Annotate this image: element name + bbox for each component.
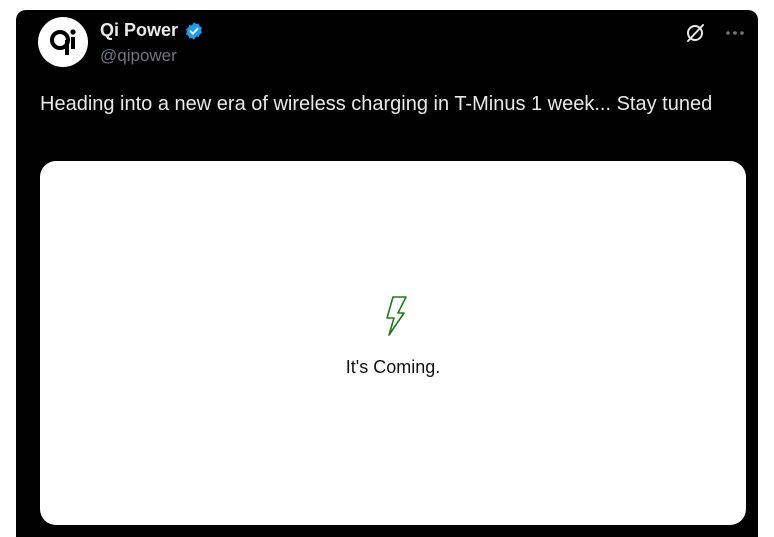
author-name-row[interactable]: Qi Power [100, 20, 204, 41]
verified-badge-icon [186, 21, 202, 40]
tweet-card[interactable]: Qi Power @qipower Heading into a new era… [16, 10, 758, 537]
tweet-header-actions [684, 22, 746, 44]
tweet-media[interactable]: It's Coming. [40, 161, 746, 525]
author-display-name[interactable]: Qi Power [100, 20, 178, 41]
author-handle[interactable]: @qipower [100, 46, 177, 66]
grok-icon[interactable] [684, 22, 706, 44]
avatar[interactable] [38, 17, 88, 67]
lightning-bolt-icon [386, 296, 407, 336]
more-options-icon[interactable] [724, 22, 746, 44]
tweet-text: Heading into a new era of wireless charg… [40, 93, 713, 115]
media-caption: It's Coming. [345, 357, 441, 377]
qi-logo-icon [50, 29, 76, 55]
